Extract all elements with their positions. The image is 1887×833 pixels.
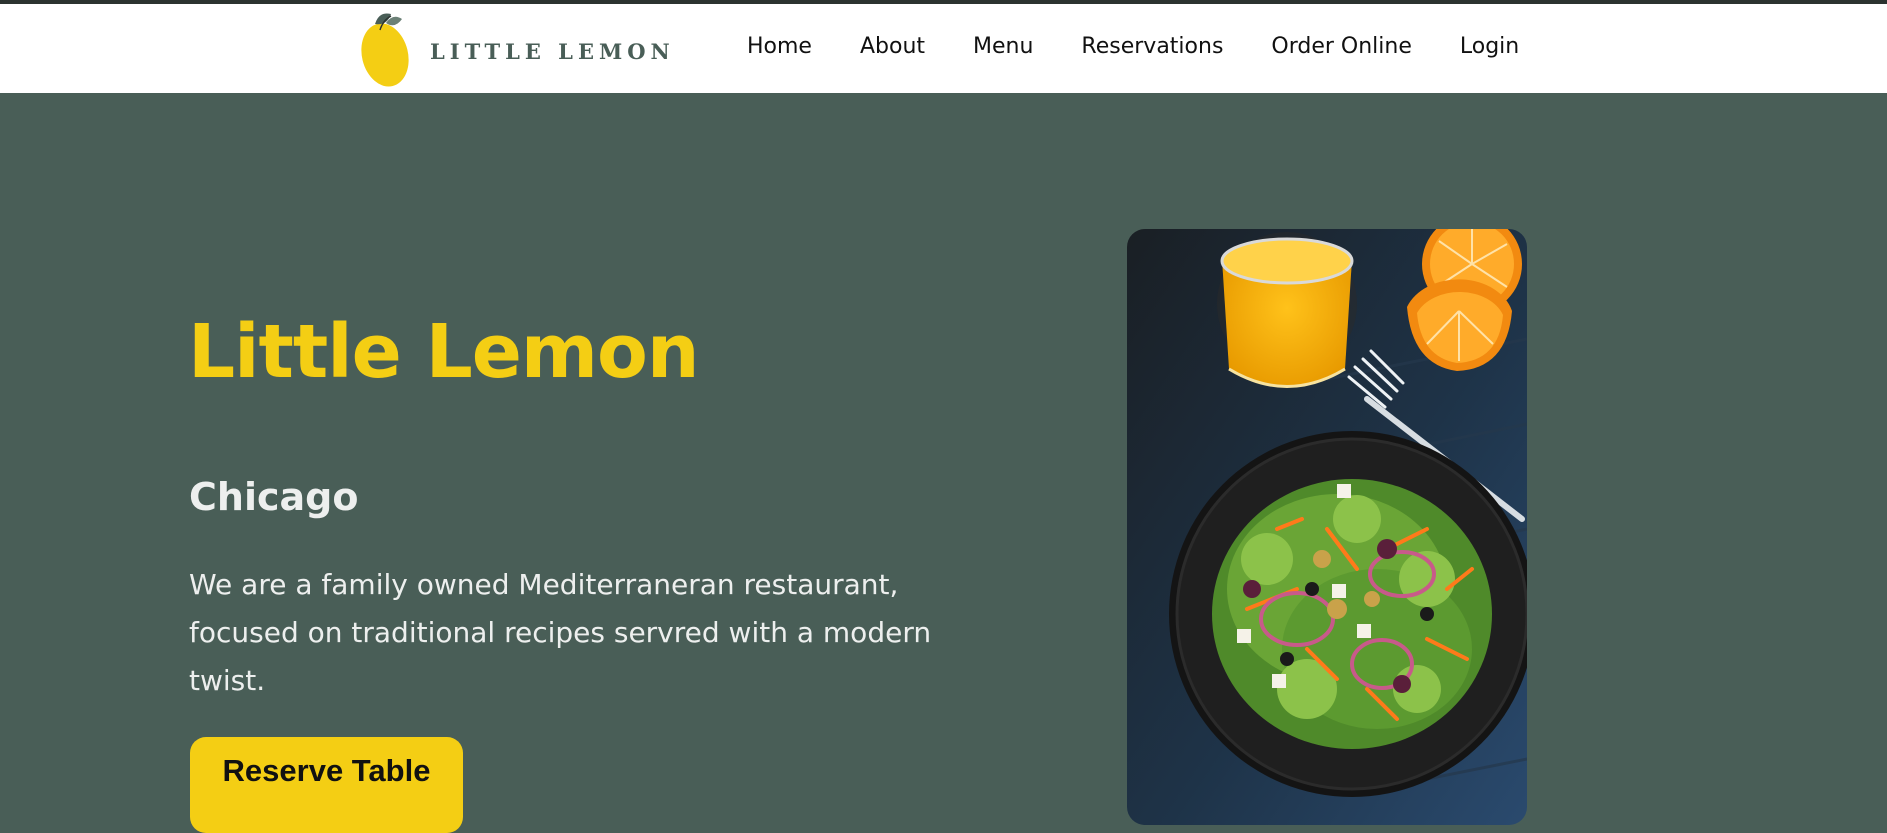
hero-subtitle: Chicago [189,475,359,519]
nav-order-online[interactable]: Order Online [1271,34,1411,59]
main-nav: Home About Menu Reservations Order Onlin… [747,34,1519,59]
nav-home[interactable]: Home [747,34,812,59]
reserve-table-button[interactable]: Reserve Table [190,737,463,833]
hero-food-image [1127,229,1527,825]
logo[interactable]: LITTLE LEMON [360,8,680,94]
logo-text: LITTLE LEMON [430,38,675,64]
nav-menu[interactable]: Menu [973,34,1033,59]
hero-section: Little Lemon Chicago We are a family own… [0,93,1887,833]
hero-description: We are a family owned Mediterraneran res… [189,568,932,697]
nav-login[interactable]: Login [1460,34,1519,59]
nav-reservations[interactable]: Reservations [1081,34,1223,59]
lemon-logo-icon [361,13,409,87]
nav-about[interactable]: About [860,34,925,59]
hero-title: Little Lemon [188,309,700,395]
site-header: LITTLE LEMON Home About Menu Reservation… [0,4,1887,93]
